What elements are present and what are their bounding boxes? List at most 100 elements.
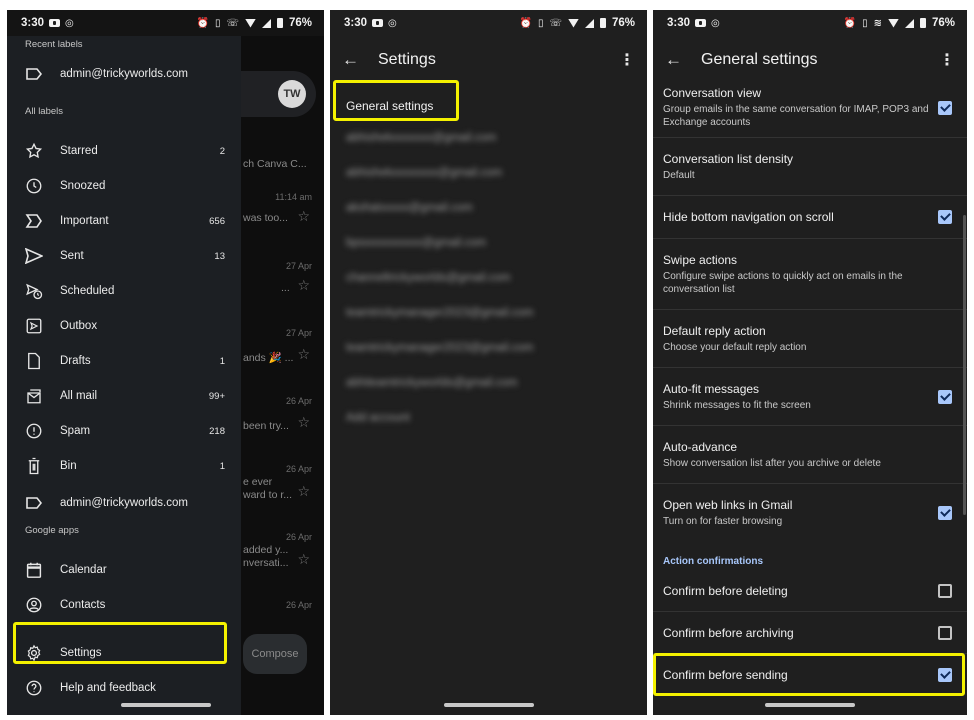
more-vert-icon[interactable]: ⋮	[939, 50, 955, 70]
volte-icon: ≋	[873, 17, 882, 29]
clock-icon	[25, 177, 43, 195]
drawer-item-snoozed[interactable]: Snoozed	[7, 169, 241, 203]
signal-icon	[261, 18, 271, 28]
wifi-icon	[887, 18, 899, 28]
drawer-item-all-mail[interactable]: All mail 99+	[7, 379, 241, 413]
back-arrow-icon[interactable]: ←	[665, 50, 693, 70]
status-time: 3:30	[344, 17, 368, 29]
account-item[interactable]: bpsxxxxxxxxxx@gmail.com	[346, 237, 486, 249]
setting-subtitle: Default	[663, 169, 695, 181]
label-icon	[25, 494, 43, 512]
email-date: 26 Apr	[285, 464, 312, 474]
drawer-item-starred[interactable]: Starred 2	[7, 134, 241, 168]
scheduled-icon	[25, 282, 43, 300]
checkbox-checked[interactable]	[938, 100, 952, 115]
email-date: 11:14 am	[275, 192, 312, 202]
setting-auto-advance[interactable]: Auto-advance Show conversation list after…	[653, 426, 967, 484]
star-icon: ☆	[297, 277, 310, 293]
account-item[interactable]: akshatxxxxx@gmail.com	[346, 202, 473, 214]
compose-button[interactable]: Compose	[243, 634, 307, 674]
send-icon	[25, 247, 43, 265]
drawer-item-spam[interactable]: Spam 218	[7, 414, 241, 448]
app-bar: ← Settings ⋮	[330, 36, 647, 84]
account-item[interactable]: abhishekxxxxxxxx@gmail.com	[346, 167, 502, 179]
setting-conversation-view[interactable]: Conversation view Group emails in the sam…	[653, 78, 967, 138]
vibrate-icon: ▯	[862, 17, 868, 29]
account-item[interactable]: channeltrickyworlds@gmail.com	[346, 272, 510, 284]
drawer-item-label: Outbox	[60, 320, 98, 332]
page-title: General settings	[701, 51, 818, 68]
drawer-item-calendar[interactable]: Calendar	[7, 553, 241, 587]
label-icon	[25, 65, 43, 83]
setting-confirm-sending[interactable]: Confirm before sending	[653, 654, 967, 696]
drawer-item-label: Bin	[60, 460, 77, 472]
email-snippet: added y...	[243, 544, 289, 556]
drawer-item-count: 13	[214, 250, 225, 262]
alarm-icon: ⏰	[843, 17, 857, 29]
drawer-item-count: 656	[209, 215, 225, 227]
vibrate-icon: ▯	[214, 17, 221, 29]
alarm-icon: ⏰	[196, 17, 209, 29]
checkbox-checked[interactable]	[938, 668, 952, 682]
all-mail-icon	[25, 387, 43, 405]
youtube-icon	[372, 19, 384, 27]
setting-auto-fit-messages[interactable]: Auto-fit messages Shrink messages to fit …	[653, 368, 967, 426]
signal-icon	[904, 18, 914, 28]
setting-swipe-actions[interactable]: Swipe actions Configure swipe actions to …	[653, 239, 967, 310]
account-item[interactable]: abhiteamtrickyworlds@gmail.com	[346, 377, 517, 389]
drawer-item-contacts[interactable]: Contacts	[7, 588, 241, 622]
back-arrow-icon[interactable]: ←	[342, 50, 370, 70]
setting-conversation-list-density[interactable]: Conversation list density Default	[653, 138, 967, 196]
setting-title: Open web links in Gmail	[663, 498, 793, 512]
drawer-item-label: Calendar	[60, 564, 107, 576]
battery-level: 76%	[931, 17, 955, 29]
email-date: 26 Apr	[285, 396, 312, 406]
drawer-item-label: admin@trickyworlds.com	[60, 68, 188, 80]
drawer-item-count: 2	[219, 145, 225, 157]
setting-title: Conversation view	[663, 86, 762, 100]
general-settings-item[interactable]: General settings	[338, 87, 458, 125]
drawer-item-drafts[interactable]: Drafts 1	[7, 344, 241, 378]
drawer-item-sent[interactable]: Sent 13	[7, 239, 241, 273]
checkbox-checked[interactable]	[938, 506, 952, 520]
drawer-item-recent-label[interactable]: admin@trickyworlds.com	[7, 57, 241, 91]
drawer-item-settings[interactable]: Settings	[7, 636, 241, 670]
gesture-bar	[765, 703, 855, 707]
drawer-item-outbox[interactable]: Outbox	[7, 309, 241, 343]
drawer-item-bin[interactable]: Bin 1	[7, 449, 241, 483]
drawer-item-help[interactable]: Help and feedback	[7, 671, 241, 705]
email-snippet: ...	[281, 282, 290, 294]
account-item[interactable]: teamtrickymanager2023@gmail.com	[346, 342, 533, 354]
setting-title: Hide bottom navigation on scroll	[663, 210, 834, 224]
page-title: Settings	[378, 51, 436, 68]
account-item[interactable]: teamtrickymanager2023@gmail.com	[346, 307, 533, 319]
drawer-item-important[interactable]: Important 656	[7, 204, 241, 238]
more-vert-icon[interactable]: ⋮	[619, 50, 635, 70]
help-icon	[25, 679, 43, 697]
account-item[interactable]: abhishekxxxxxxx@gmail.com	[346, 132, 496, 144]
drawer-item-user-label[interactable]: admin@trickyworlds.com	[7, 486, 241, 520]
scrollbar[interactable]	[963, 215, 966, 515]
battery-icon	[276, 18, 283, 28]
checkbox-unchecked[interactable]	[938, 583, 952, 598]
setting-subtitle: Show conversation list after you archive…	[663, 457, 881, 469]
email-date: 26 Apr	[285, 532, 312, 542]
drawer-item-count: 1	[219, 460, 225, 472]
drawer-item-label: Sent	[60, 250, 84, 262]
setting-hide-bottom-navigation[interactable]: Hide bottom navigation on scroll	[653, 196, 967, 239]
spam-icon	[25, 422, 43, 440]
setting-confirm-deleting[interactable]: Confirm before deleting	[653, 570, 967, 612]
drawer-item-scheduled[interactable]: Scheduled	[7, 274, 241, 308]
draft-icon	[25, 352, 43, 370]
email-date: 27 Apr	[285, 261, 312, 271]
checkbox-checked[interactable]	[938, 210, 952, 224]
checkbox-checked[interactable]	[938, 389, 952, 404]
add-account-item[interactable]: Add account	[346, 412, 410, 424]
checkbox-unchecked[interactable]	[938, 625, 952, 640]
drawer-item-label: Settings	[60, 647, 102, 659]
setting-subtitle: Configure swipe actions to quickly act o…	[663, 270, 903, 295]
setting-default-reply-action[interactable]: Default reply action Choose your default …	[653, 310, 967, 368]
setting-open-web-links[interactable]: Open web links in Gmail Turn on for faste…	[653, 484, 967, 542]
setting-confirm-archiving[interactable]: Confirm before archiving	[653, 612, 967, 654]
drawer-item-count: 99+	[208, 390, 225, 402]
